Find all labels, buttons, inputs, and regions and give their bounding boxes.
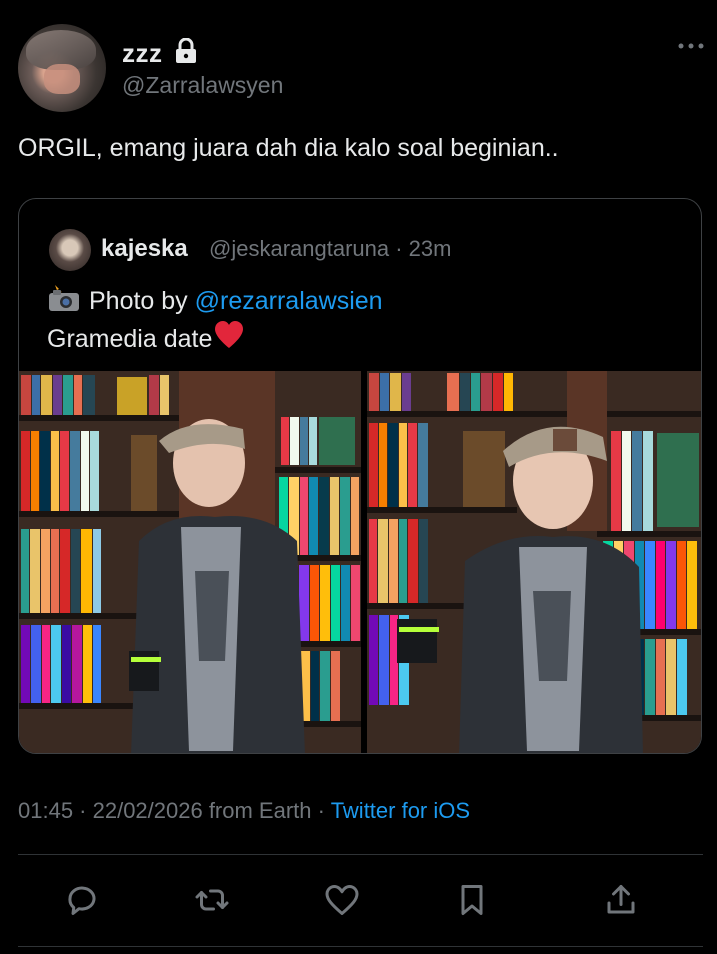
quoted-mention-link[interactable]: @rezarralawsien (195, 287, 383, 315)
tweet-client-link[interactable]: Twitter for iOS (331, 798, 470, 823)
share-icon[interactable] (603, 882, 639, 918)
lock-icon (176, 38, 196, 63)
tweet-text: ORGIL, emang juara dah dia kalo soal beg… (18, 134, 559, 162)
more-horizontal-icon[interactable] (676, 40, 706, 52)
quoted-author-avatar[interactable] (49, 229, 91, 271)
author-display-name[interactable]: zzz (122, 38, 163, 69)
author-handle[interactable]: @Zarralawsyen (122, 72, 283, 99)
quoted-text-line2-label: Gramedia date (47, 325, 213, 353)
retweet-icon[interactable] (194, 882, 230, 918)
quoted-author-handle-time: @jeskarangtaruna · 23m (209, 236, 452, 261)
divider-bottom (18, 946, 703, 947)
tweet-timestamp[interactable]: 01:45 · 22/02/2026 from Earth · (18, 798, 331, 823)
attached-photo-2[interactable] (367, 371, 701, 753)
quoted-text-line1: Photo by @rezarralawsien (47, 283, 383, 316)
heart-icon[interactable] (324, 882, 360, 918)
tweet-meta: 01:45 · 22/02/2026 from Earth · Twitter … (18, 798, 470, 824)
quoted-text-prefix: Photo by (89, 287, 195, 315)
red-heart-emoji-icon (215, 321, 244, 348)
quoted-tweet-card[interactable]: kajeska @jeskarangtaruna · 23m Photo by … (18, 198, 702, 754)
divider (18, 854, 703, 855)
author-avatar[interactable] (18, 24, 106, 112)
camera-flash-emoji-icon (49, 285, 79, 311)
reply-icon[interactable] (64, 882, 100, 918)
quoted-text-line2: Gramedia date (47, 321, 244, 354)
attached-photo-1[interactable] (19, 371, 361, 753)
bookmark-icon[interactable] (454, 882, 490, 918)
quoted-author-name[interactable]: kajeska (101, 235, 188, 263)
